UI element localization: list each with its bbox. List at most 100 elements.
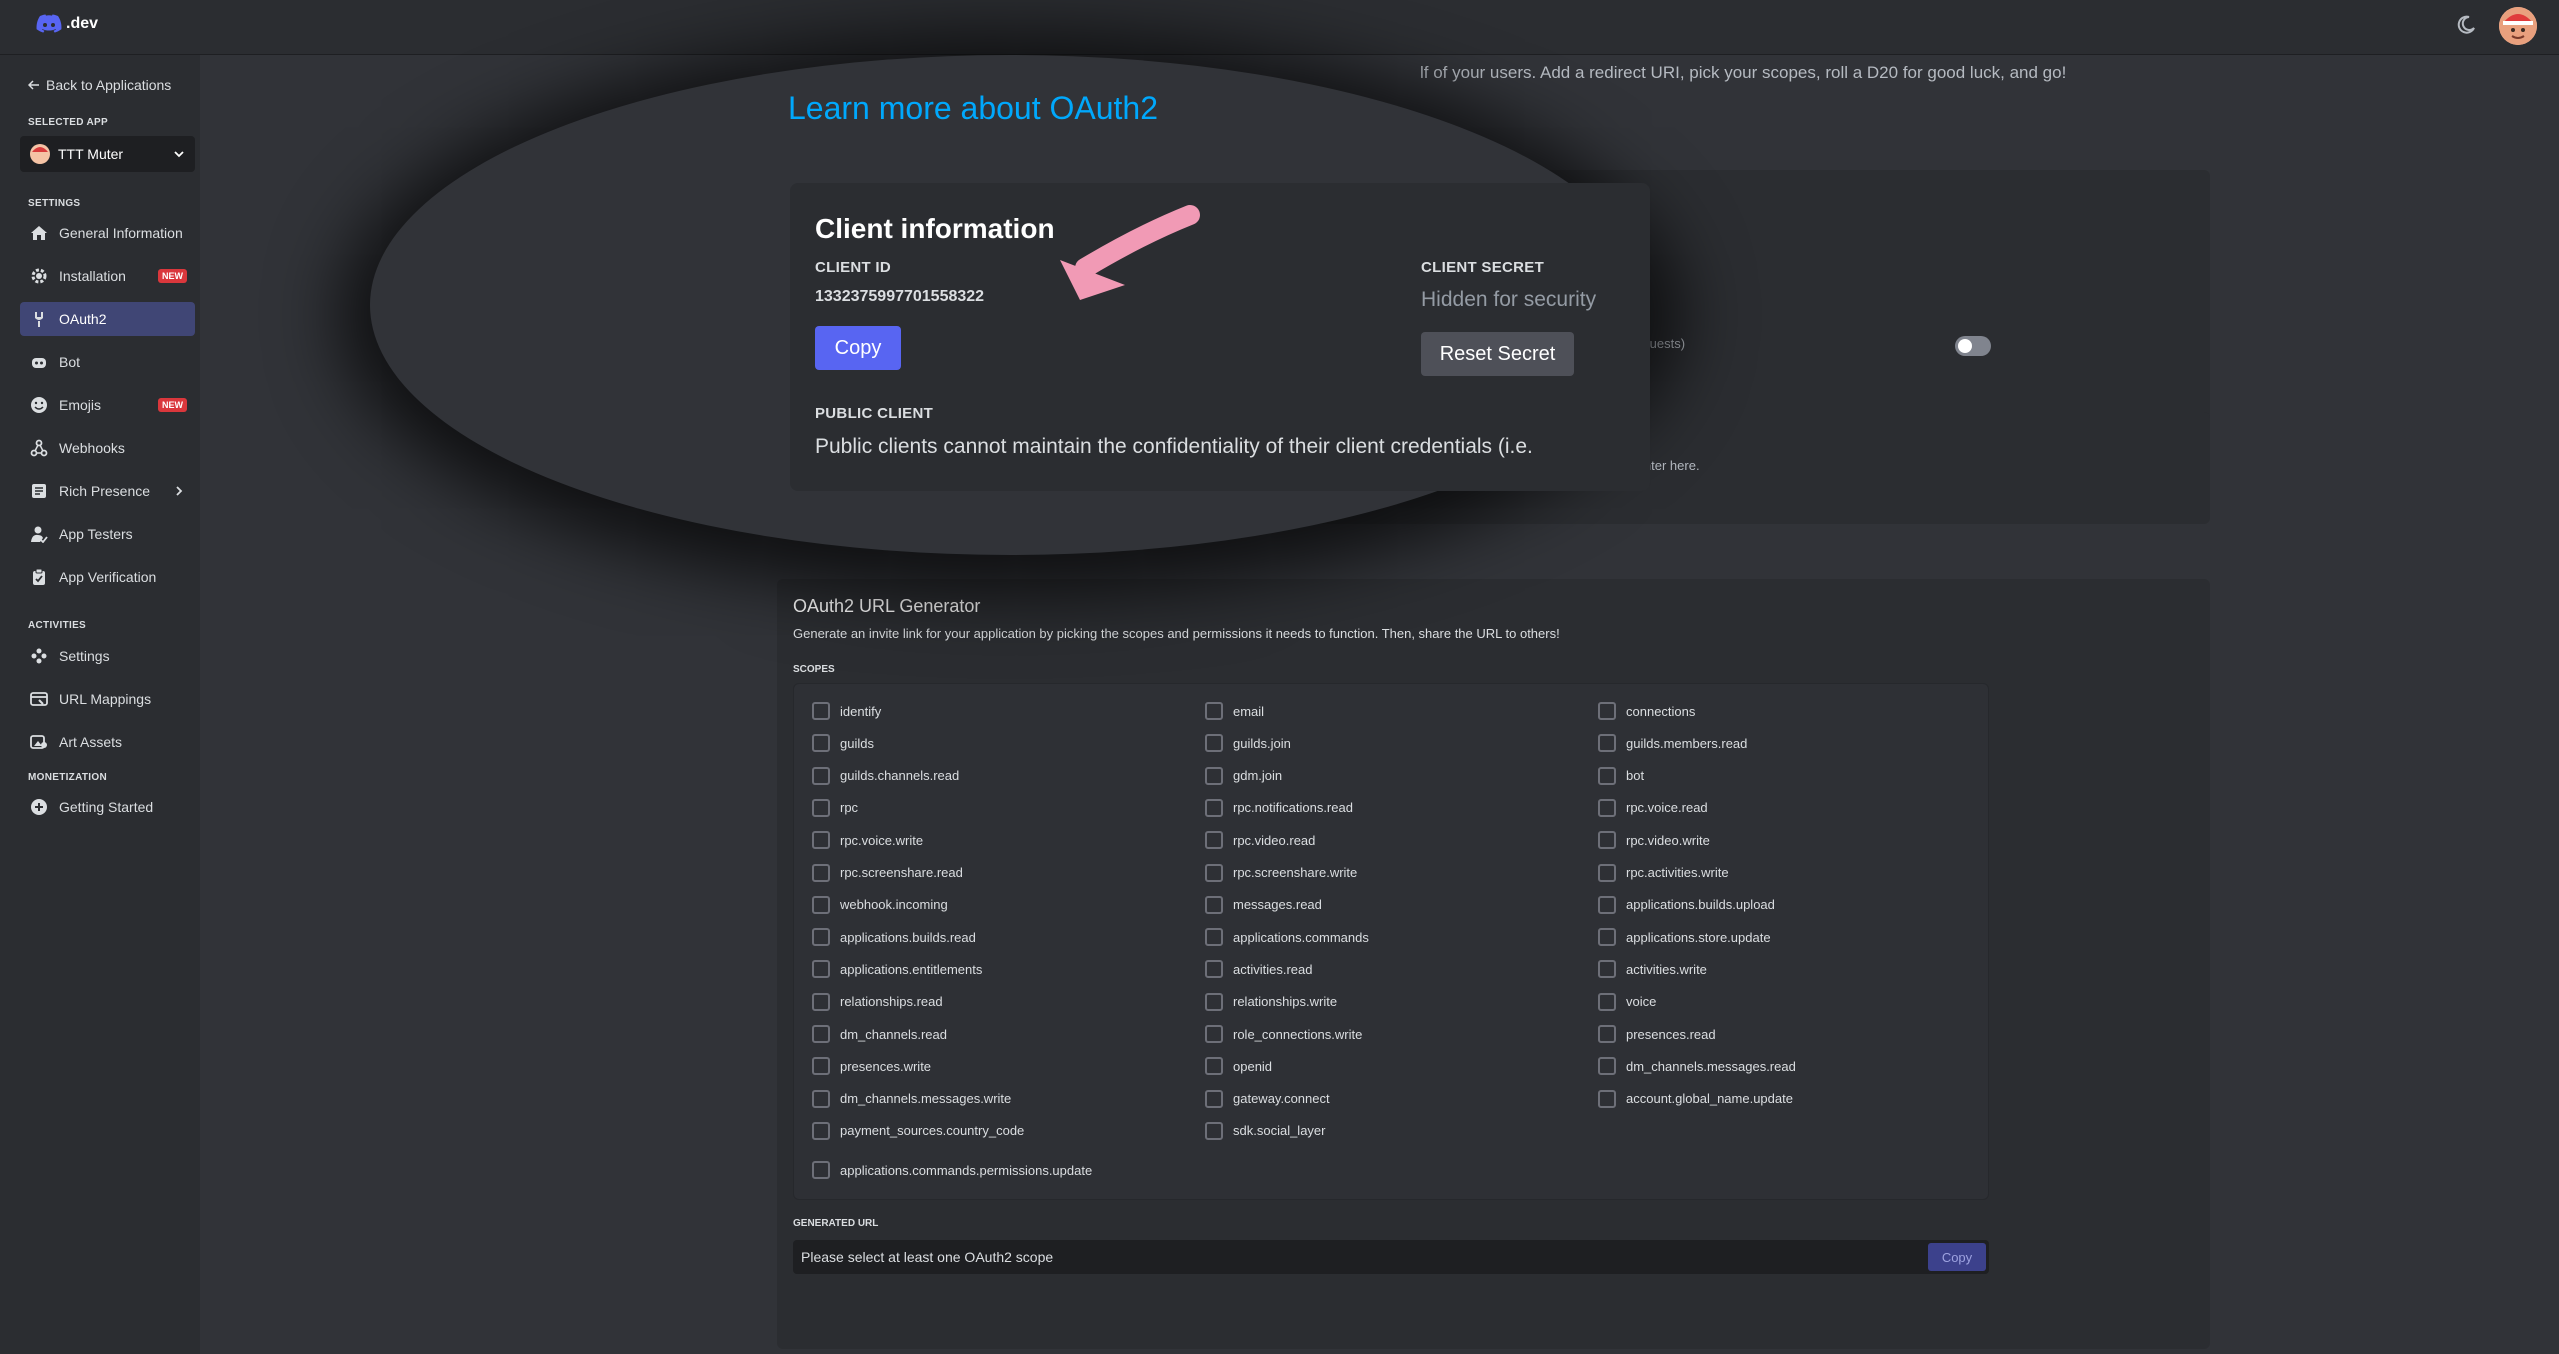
scope-option[interactable]: bot bbox=[1598, 766, 1644, 785]
scope-checkbox[interactable] bbox=[1205, 1089, 1223, 1108]
scope-option[interactable]: voice bbox=[1598, 992, 1656, 1011]
scope-checkbox[interactable] bbox=[812, 1121, 830, 1140]
scope-checkbox[interactable] bbox=[1205, 863, 1223, 882]
scope-checkbox[interactable] bbox=[812, 798, 830, 817]
nav-webhooks[interactable]: Webhooks bbox=[20, 431, 195, 465]
generated-url-field[interactable]: Please select at least one OAuth2 scope bbox=[793, 1240, 1989, 1274]
learn-more-oauth2-link[interactable]: Learn more about OAuth2 bbox=[788, 90, 1158, 127]
scope-checkbox[interactable] bbox=[1205, 1121, 1223, 1140]
scope-option[interactable]: email bbox=[1205, 702, 1264, 720]
nav-activity-settings[interactable]: Settings bbox=[20, 639, 195, 673]
scope-checkbox[interactable] bbox=[812, 895, 830, 914]
scope-checkbox[interactable] bbox=[812, 1089, 830, 1108]
discord-dev-logo[interactable]: .dev bbox=[36, 14, 98, 34]
scope-checkbox[interactable] bbox=[1205, 1057, 1223, 1076]
scope-checkbox[interactable] bbox=[1205, 702, 1223, 720]
scope-checkbox[interactable] bbox=[812, 928, 830, 947]
scope-checkbox[interactable] bbox=[812, 863, 830, 882]
nav-bot[interactable]: Bot bbox=[20, 345, 195, 379]
scope-option[interactable]: applications.builds.upload bbox=[1598, 895, 1775, 914]
user-avatar[interactable] bbox=[2499, 7, 2537, 45]
scope-option[interactable]: account.global_name.update bbox=[1598, 1089, 1793, 1108]
scope-option[interactable]: openid bbox=[1205, 1057, 1272, 1076]
scope-option[interactable]: guilds.members.read bbox=[1598, 734, 1747, 753]
scope-option[interactable]: rpc.voice.write bbox=[812, 831, 923, 850]
scope-option[interactable]: role_connections.write bbox=[1205, 1025, 1362, 1043]
scope-checkbox[interactable] bbox=[1598, 895, 1616, 914]
scope-checkbox[interactable] bbox=[1205, 831, 1223, 850]
scope-checkbox[interactable] bbox=[812, 702, 830, 720]
scope-option[interactable]: applications.builds.read bbox=[812, 928, 976, 947]
scope-checkbox[interactable] bbox=[1205, 1025, 1223, 1043]
scope-option[interactable]: identify bbox=[812, 702, 881, 720]
scope-checkbox[interactable] bbox=[1205, 766, 1223, 785]
scope-option[interactable]: relationships.read bbox=[812, 992, 943, 1011]
nav-app-verification[interactable]: App Verification bbox=[20, 560, 195, 594]
nav-emojis[interactable]: Emojis NEW bbox=[20, 388, 195, 422]
back-to-applications-link[interactable]: Back to Applications bbox=[28, 77, 171, 93]
nav-getting-started[interactable]: Getting Started bbox=[20, 790, 195, 824]
scope-option[interactable]: dm_channels.read bbox=[812, 1025, 947, 1043]
scope-checkbox[interactable] bbox=[812, 831, 830, 850]
scope-option[interactable]: guilds.channels.read bbox=[812, 766, 959, 785]
scope-option[interactable]: activities.write bbox=[1598, 960, 1707, 979]
scope-option[interactable]: activities.read bbox=[1205, 960, 1312, 979]
scope-option[interactable]: rpc.video.write bbox=[1598, 831, 1710, 850]
copy-url-button[interactable]: Copy bbox=[1928, 1243, 1986, 1271]
nav-art-assets[interactable]: Art Assets bbox=[20, 725, 195, 759]
scope-option[interactable]: applications.entitlements bbox=[812, 960, 982, 979]
scope-checkbox[interactable] bbox=[1598, 766, 1616, 785]
scope-checkbox[interactable] bbox=[1598, 702, 1616, 720]
scope-option[interactable]: gdm.join bbox=[1205, 766, 1282, 785]
scope-option[interactable]: applications.commands.permissions.update bbox=[812, 1161, 1092, 1180]
scope-option[interactable]: rpc bbox=[812, 798, 858, 817]
scope-checkbox[interactable] bbox=[812, 766, 830, 785]
nav-rich-presence[interactable]: Rich Presence bbox=[20, 474, 195, 508]
nav-general-information[interactable]: General Information bbox=[20, 216, 195, 250]
scope-option[interactable]: guilds.join bbox=[1205, 734, 1291, 753]
scope-checkbox[interactable] bbox=[812, 960, 830, 979]
scope-checkbox[interactable] bbox=[1598, 1025, 1616, 1043]
scope-checkbox[interactable] bbox=[812, 1057, 830, 1076]
scope-option[interactable]: guilds bbox=[812, 734, 874, 753]
scope-option[interactable]: rpc.screenshare.read bbox=[812, 863, 963, 882]
scope-option[interactable]: sdk.social_layer bbox=[1205, 1121, 1326, 1140]
theme-toggle-moon-icon[interactable] bbox=[2455, 14, 2477, 41]
nav-url-mappings[interactable]: URL Mappings bbox=[20, 682, 195, 716]
scope-checkbox[interactable] bbox=[1205, 928, 1223, 947]
nav-app-testers[interactable]: App Testers bbox=[20, 517, 195, 551]
scope-checkbox[interactable] bbox=[812, 1025, 830, 1043]
scope-option[interactable]: applications.commands bbox=[1205, 928, 1369, 947]
scope-option[interactable]: gateway.connect bbox=[1205, 1089, 1330, 1108]
app-selector[interactable]: TTT Muter bbox=[20, 136, 195, 172]
scope-checkbox[interactable] bbox=[812, 992, 830, 1011]
copy-client-id-button[interactable]: Copy bbox=[815, 326, 901, 370]
scope-option[interactable]: presences.write bbox=[812, 1057, 931, 1076]
scope-checkbox[interactable] bbox=[1598, 1089, 1616, 1108]
scope-checkbox[interactable] bbox=[812, 1161, 830, 1180]
scope-checkbox[interactable] bbox=[1598, 928, 1616, 947]
scope-option[interactable]: rpc.video.read bbox=[1205, 831, 1315, 850]
reset-secret-button[interactable]: Reset Secret bbox=[1421, 332, 1574, 376]
scope-checkbox[interactable] bbox=[1205, 734, 1223, 753]
scope-checkbox[interactable] bbox=[1598, 798, 1616, 817]
scope-checkbox[interactable] bbox=[1205, 895, 1223, 914]
scope-option[interactable]: presences.read bbox=[1598, 1025, 1716, 1043]
scope-checkbox[interactable] bbox=[1598, 992, 1616, 1011]
scope-checkbox[interactable] bbox=[1598, 831, 1616, 850]
scope-option[interactable]: rpc.voice.read bbox=[1598, 798, 1708, 817]
scope-checkbox[interactable] bbox=[1205, 992, 1223, 1011]
scope-option[interactable]: payment_sources.country_code bbox=[812, 1121, 1024, 1140]
scope-checkbox[interactable] bbox=[812, 734, 830, 753]
scope-checkbox[interactable] bbox=[1598, 1057, 1616, 1076]
nav-oauth2[interactable]: OAuth2 bbox=[20, 302, 195, 336]
scope-option[interactable]: relationships.write bbox=[1205, 992, 1337, 1011]
scope-option[interactable]: dm_channels.messages.read bbox=[1598, 1057, 1796, 1076]
scope-option[interactable]: rpc.notifications.read bbox=[1205, 798, 1353, 817]
scope-option[interactable]: rpc.activities.write bbox=[1598, 863, 1729, 882]
scope-checkbox[interactable] bbox=[1205, 798, 1223, 817]
scope-option[interactable]: applications.store.update bbox=[1598, 928, 1771, 947]
scope-checkbox[interactable] bbox=[1598, 863, 1616, 882]
scope-checkbox[interactable] bbox=[1205, 960, 1223, 979]
public-client-toggle[interactable] bbox=[1955, 336, 1991, 356]
